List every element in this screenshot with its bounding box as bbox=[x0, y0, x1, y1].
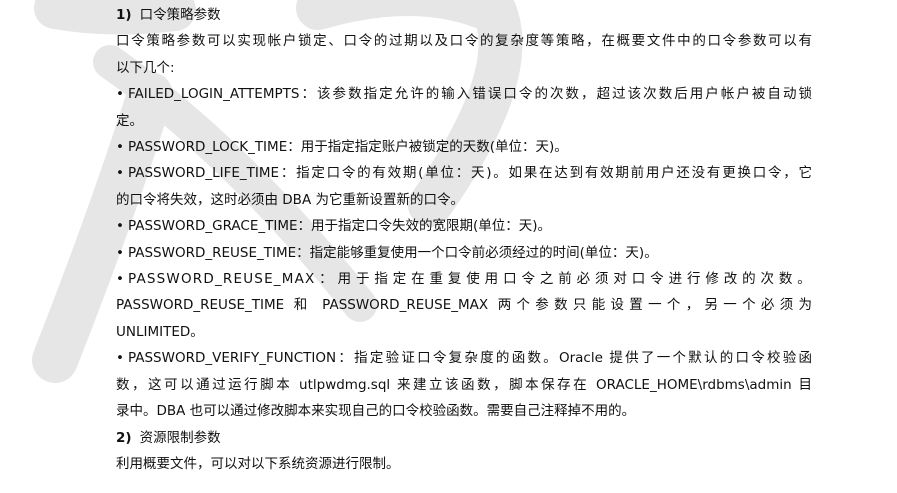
param-text: PASSWORD_GRACE_TIME：用于指定口令失效的宽限期(单位：天)。 bbox=[127, 218, 552, 235]
section-number: 1) bbox=[116, 7, 132, 23]
param-continuation: 定。 bbox=[116, 112, 143, 129]
bullet-icon: • bbox=[116, 271, 124, 288]
section-number: 2) bbox=[116, 429, 132, 446]
param-text: PASSWORD_LOCK_TIME：用于指定指定账户被锁定的天数(单位：天)。 bbox=[127, 139, 568, 156]
document-body: 1) 口令策略参数 口令策略参数可以实现帐户锁定、口令的过期以及口令的复杂度等策略… bbox=[116, 2, 812, 477]
param-continuation: PASSWORD_REUSE_TIME 和 PASSWORD_REUSE_MAX… bbox=[116, 297, 812, 314]
bullet-icon: • bbox=[116, 244, 124, 261]
bullet-icon: • bbox=[116, 86, 124, 103]
param-continuation: 录中。DBA 也可以通过修改脚本来实现自己的口令校验函数。需要自己注释掉不用的。 bbox=[116, 403, 636, 420]
param-text: PASSWORD_VERIFY_FUNCTION：指定验证口令复杂度的函数。Or… bbox=[127, 350, 812, 367]
section-heading-resource-limits: 2) 资源限制参数 bbox=[116, 425, 812, 451]
param-password-grace-time: • PASSWORD_GRACE_TIME：用于指定口令失效的宽限期(单位：天)。 bbox=[116, 213, 812, 239]
param-password-reuse-max: • PASSWORD_REUSE_MAX：用于指定在重复使用口令之前必须对口令进行… bbox=[116, 266, 812, 292]
param-text: FAILED_LOGIN_ATTEMPTS：该参数指定允许的输入错误口令的次数，… bbox=[127, 86, 812, 103]
param-password-lock-time: • PASSWORD_LOCK_TIME：用于指定指定账户被锁定的天数(单位：天)… bbox=[116, 134, 812, 160]
bullet-icon: • bbox=[116, 139, 124, 156]
bullet-icon: • bbox=[116, 218, 124, 235]
param-continuation: 的口令将失效，这时必须由 DBA 为它重新设置新的口令。 bbox=[116, 191, 464, 208]
bullet-icon: • bbox=[116, 165, 124, 182]
param-continuation: UNLIMITED。 bbox=[116, 323, 204, 340]
param-continuation: 数，这可以通过运行脚本 utlpwdmg.sql 来建立该函数，脚本保存在 OR… bbox=[116, 376, 812, 393]
param-password-life-time: • PASSWORD_LIFE_TIME：指定口令的有效期(单位：天)。如果在达到… bbox=[116, 160, 812, 186]
section-heading-password-policy: 1) 口令策略参数 bbox=[116, 2, 812, 28]
param-password-verify-function: • PASSWORD_VERIFY_FUNCTION：指定验证口令复杂度的函数。O… bbox=[116, 345, 812, 371]
param-password-reuse-time: • PASSWORD_REUSE_TIME：指定能够重复使用一个口令前必须经过的时… bbox=[116, 240, 812, 266]
section-title: 资源限制参数 bbox=[139, 429, 221, 446]
section-title: 口令策略参数 bbox=[139, 7, 221, 23]
bullet-icon: • bbox=[116, 350, 124, 367]
intro-line: 以下几个: bbox=[116, 59, 175, 76]
param-text: PASSWORD_LIFE_TIME：指定口令的有效期(单位：天)。如果在达到有… bbox=[127, 165, 812, 182]
param-text: PASSWORD_REUSE_MAX：用于指定在重复使用口令之前必须对口令进行修… bbox=[127, 271, 812, 288]
outro-text: 利用概要文件，可以对以下系统资源进行限制。 bbox=[116, 455, 400, 472]
param-failed-login-attempts: • FAILED_LOGIN_ATTEMPTS：该参数指定允许的输入错误口令的次数… bbox=[116, 81, 812, 107]
intro-line: 口令策略参数可以实现帐户锁定、口令的过期以及口令的复杂度等策略，在概要文件中的口… bbox=[116, 33, 812, 50]
param-text: PASSWORD_REUSE_TIME：指定能够重复使用一个口令前必须经过的时间… bbox=[127, 244, 658, 261]
